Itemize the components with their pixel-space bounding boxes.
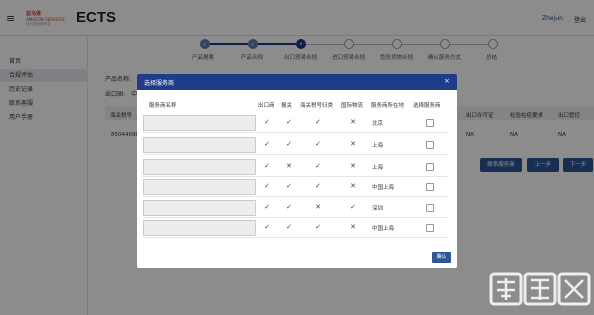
provider-location: 上海	[372, 143, 384, 149]
provider-location: 上海	[372, 165, 384, 171]
table-row: ✓ ✕ ✓ ✕ 上海	[143, 157, 448, 177]
customs-mark: ✓	[286, 203, 292, 211]
column-header-select: 选择服务商	[413, 103, 441, 109]
exporter-mark: ✓	[264, 223, 270, 231]
customs-mark: ✓	[286, 140, 292, 148]
logistics-mark: ✕	[350, 140, 356, 148]
provider-name-redacted	[143, 179, 256, 195]
customs-mark: ✕	[286, 162, 292, 170]
table-row: ✓ ✓ ✓ ✕ 中国上海	[143, 177, 448, 197]
table-row: ✓ ✓ ✓ ✕ 中国上海	[143, 218, 448, 238]
table-row: ✓ ✓ ✓ ✕ 北京	[143, 113, 448, 133]
column-header-location: 服务商所在地	[371, 103, 405, 109]
column-header-exporter: 出口商	[258, 103, 275, 109]
hs-code-mark: ✓	[315, 182, 321, 190]
select-provider-dialog: 选择服务商 × 服务商名称 出口商 报关 海关税号归类 国际物流 服务商所在地 …	[137, 74, 457, 268]
close-icon[interactable]: ×	[444, 77, 450, 85]
hs-code-mark: ✓	[315, 118, 321, 126]
watermark-logo	[489, 272, 591, 306]
hs-code-mark: ✓	[315, 162, 321, 170]
exporter-mark: ✓	[264, 203, 270, 211]
table-row: ✓ ✓ ✓ ✕ 上海	[143, 135, 448, 155]
provider-name-redacted	[143, 115, 256, 131]
logistics-mark: ✕	[350, 182, 356, 190]
select-checkbox[interactable]	[426, 119, 434, 127]
confirm-button[interactable]: 确认	[432, 252, 451, 263]
hs-code-mark: ✓	[315, 140, 321, 148]
hs-code-mark: ✕	[315, 203, 321, 211]
dialog-header: 选择服务商 ×	[137, 74, 457, 90]
exporter-mark: ✓	[264, 140, 270, 148]
hs-code-mark: ✓	[315, 223, 321, 231]
logistics-mark: ✕	[350, 118, 356, 126]
dialog-title: 选择服务商	[144, 80, 175, 87]
provider-name-redacted	[143, 159, 256, 175]
logistics-mark: ✕	[350, 162, 356, 170]
provider-location: 中国上海	[372, 185, 395, 191]
select-checkbox[interactable]	[426, 224, 434, 232]
column-header-hs-classification: 海关税号归类	[300, 103, 334, 109]
select-checkbox[interactable]	[426, 163, 434, 171]
exporter-mark: ✓	[264, 118, 270, 126]
table-row: ✓ ✓ ✕ ✓ 深圳	[143, 198, 448, 218]
provider-location: 北京	[372, 121, 384, 127]
provider-name-redacted	[143, 137, 256, 153]
logistics-mark: ✓	[350, 203, 356, 211]
column-header-logistics: 国际物流	[341, 103, 364, 109]
customs-mark: ✓	[286, 118, 292, 126]
customs-mark: ✓	[286, 182, 292, 190]
provider-name-redacted	[143, 200, 256, 216]
customs-mark: ✓	[286, 223, 292, 231]
exporter-mark: ✓	[264, 182, 270, 190]
logistics-mark: ✕	[350, 223, 356, 231]
column-header-provider-name: 服务商名称	[149, 103, 177, 109]
column-header-customs: 报关	[281, 103, 293, 109]
exporter-mark: ✓	[264, 162, 270, 170]
select-checkbox[interactable]	[426, 183, 434, 191]
provider-location: 深圳	[372, 206, 384, 212]
provider-name-redacted	[143, 220, 256, 236]
select-checkbox[interactable]	[426, 141, 434, 149]
select-checkbox[interactable]	[426, 204, 434, 212]
provider-location: 中国上海	[372, 226, 395, 232]
